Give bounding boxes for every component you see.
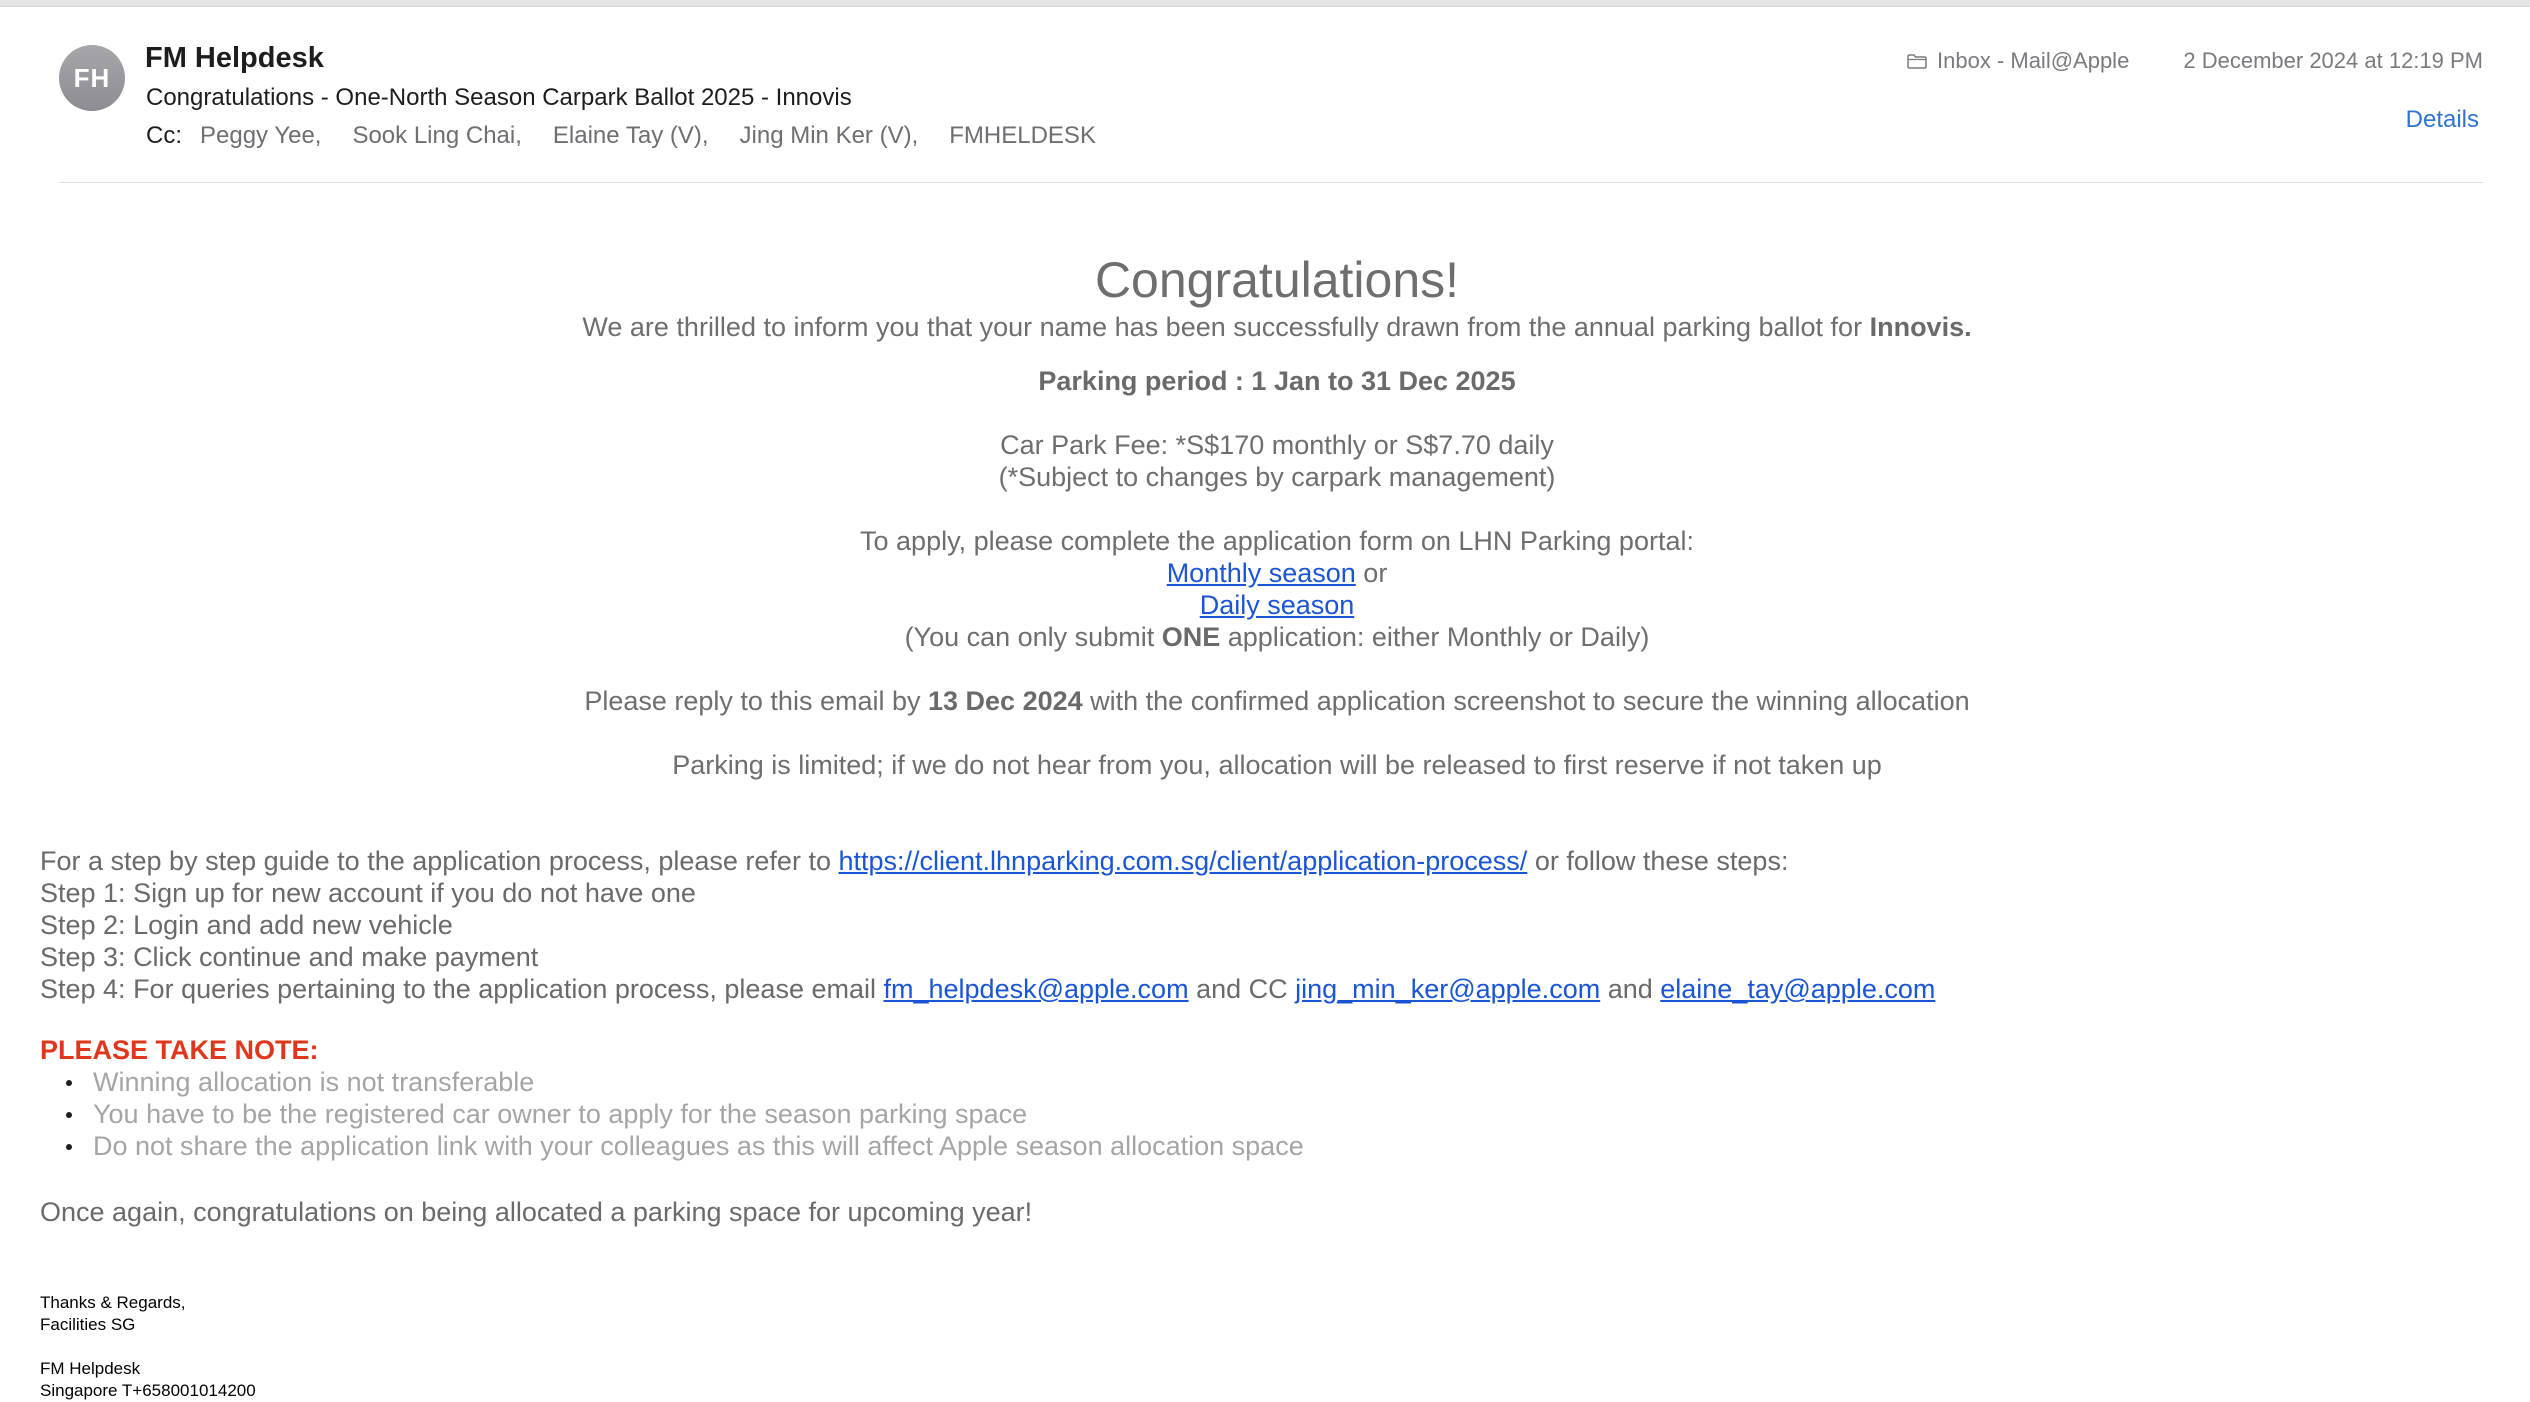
guide-pre: For a step by step guide to the applicat…	[40, 846, 839, 876]
list-item: You have to be the registered car owner …	[40, 1098, 1304, 1130]
guide-post: or follow these steps:	[1527, 846, 1789, 876]
fm-helpdesk-email-link[interactable]: fm_helpdesk@apple.com	[884, 974, 1189, 1004]
daily-line: Daily season	[0, 589, 2530, 621]
step4-and: and	[1600, 974, 1661, 1004]
closing-line: Once again, congratulations on being all…	[40, 1197, 1033, 1227]
signature-team: Facilities SG	[40, 1315, 136, 1334]
mailbox-name: Inbox - Mail@Apple	[1937, 48, 2130, 73]
details-button[interactable]: Details	[2406, 106, 2479, 134]
list-item: Winning allocation is not transferable	[40, 1066, 1304, 1098]
note-list: Winning allocation is not transferable Y…	[40, 1066, 1304, 1162]
elaine-tay-email-link[interactable]: elaine_tay@apple.com	[1660, 974, 1935, 1004]
message-header: FH FM Helpdesk Congratulations - One-Nor…	[0, 6, 2530, 184]
cc-recipients: Cc: Peggy Yee, Sook Ling Chai, Elaine Ta…	[146, 122, 1127, 150]
signature-regards: Thanks & Regards,	[40, 1293, 186, 1312]
cc-recipient[interactable]: Sook Ling Chai,	[352, 122, 521, 150]
fee-note: (*Subject to changes by carpark manageme…	[998, 462, 1556, 492]
intro-bold: Innovis.	[1869, 312, 1972, 342]
sender-name[interactable]: FM Helpdesk	[145, 42, 324, 75]
intro-line: We are thrilled to inform you that your …	[0, 311, 2530, 343]
congratulations-heading: Congratulations!	[1094, 252, 1460, 308]
reply-deadline: 13 Dec 2024	[928, 686, 1083, 716]
cc-label: Cc:	[146, 122, 182, 149]
list-item: Do not share the application link with y…	[40, 1130, 1304, 1162]
reply-deadline-line: Please reply to this email by 13 Dec 202…	[0, 685, 2530, 717]
guide-line: For a step by step guide to the applicat…	[40, 845, 1788, 877]
monthly-season-link[interactable]: Monthly season	[1167, 558, 1356, 588]
step4-mid: and CC	[1188, 974, 1296, 1004]
cc-recipient[interactable]: Peggy Yee,	[200, 122, 321, 150]
or-word: or	[1355, 558, 1388, 588]
cc-recipient[interactable]: Elaine Tay (V),	[553, 122, 709, 150]
limited-line: Parking is limited; if we do not hear fr…	[672, 750, 1882, 780]
reply-pre: Please reply to this email by	[584, 686, 928, 716]
jing-min-ker-email-link[interactable]: jing_min_ker@apple.com	[1295, 974, 1600, 1004]
cc-recipient[interactable]: Jing Min Ker (V),	[740, 122, 919, 150]
application-process-link[interactable]: https://client.lhnparking.com.sg/client/…	[838, 846, 1527, 876]
one-application-line: (You can only submit ONE application: ei…	[0, 621, 2530, 653]
parking-period: Parking period : 1 Jan to 31 Dec 2025	[1038, 366, 1516, 396]
take-note-heading: PLEASE TAKE NOTE:	[40, 1035, 319, 1065]
sender-avatar[interactable]: FH	[59, 45, 125, 111]
signature-name: FM Helpdesk	[40, 1359, 141, 1378]
signature-contact: Singapore T+658001014200	[40, 1381, 256, 1400]
one-app-pre: (You can only submit	[904, 622, 1162, 652]
step-4: Step 4: For queries pertaining to the ap…	[40, 973, 1935, 1005]
message-subject: Congratulations - One-North Season Carpa…	[146, 84, 852, 111]
fee-line: Car Park Fee: *S$170 monthly or S$7.70 d…	[1000, 430, 1554, 460]
reply-post: with the confirmed application screensho…	[1082, 686, 1970, 716]
cc-recipient[interactable]: FMHELDESK	[949, 122, 1096, 150]
monthly-line: Monthly season or	[0, 557, 2530, 589]
mailbox-label: Inbox - Mail@Apple	[1907, 48, 2129, 74]
one-app-bold: ONE	[1161, 622, 1221, 652]
intro-text: We are thrilled to inform you that your …	[582, 312, 1863, 342]
step-1: Step 1: Sign up for new account if you d…	[40, 878, 696, 908]
header-divider	[59, 182, 2483, 183]
one-app-post: application: either Monthly or Daily)	[1220, 622, 1650, 652]
daily-season-link[interactable]: Daily season	[1200, 590, 1355, 620]
message-date: 2 December 2024 at 12:19 PM	[2183, 48, 2483, 73]
step-3: Step 3: Click continue and make payment	[40, 942, 539, 972]
apply-line: To apply, please complete the applicatio…	[860, 526, 1694, 556]
step-2: Step 2: Login and add new vehicle	[40, 910, 453, 940]
step4-pre: Step 4: For queries pertaining to the ap…	[40, 974, 884, 1004]
folder-icon	[1907, 53, 1927, 69]
